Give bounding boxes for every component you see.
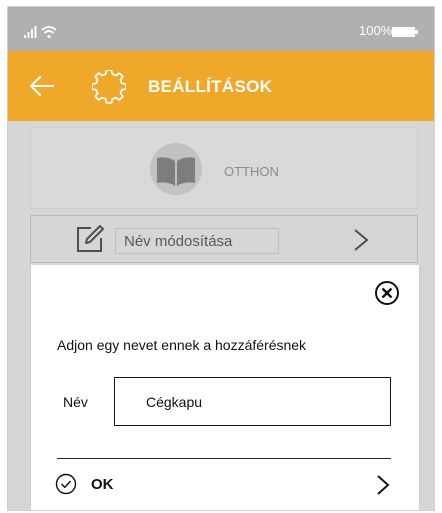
home-label: OTTHON [224,164,279,179]
page-title: BEÁLLÍTÁSOK [148,77,273,96]
battery-icon [392,27,418,37]
dialog-prompt: Adjon egy nevet ennek a hozzáférésnek [57,337,307,353]
phone-screen: 100% BEÁLLÍTÁSOK OTTHON Név módosítása A… [7,6,435,511]
ok-label: OK [91,476,114,493]
rename-row[interactable]: Név módosítása [30,215,418,263]
edit-icon [77,225,104,252]
status-bar: 100% [8,7,434,51]
name-label: Név [63,394,88,410]
app-header: BEÁLLÍTÁSOK [8,51,434,121]
gear-icon [92,70,126,104]
chevron-right-icon [377,475,390,495]
rename-label: Név módosítása [115,228,279,254]
name-input[interactable] [114,377,391,426]
battery-percentage: 100% [359,23,393,38]
chevron-right-icon [354,229,369,251]
open-book-icon [150,143,202,195]
ok-button[interactable]: OK [55,467,395,503]
check-circle-icon [55,473,77,495]
home-card: OTTHON [30,127,418,209]
rename-dialog: Adjon egy nevet ennek a hozzáférésnek Né… [30,265,420,510]
signal-wifi-icon [24,26,57,39]
dialog-divider [57,458,391,459]
close-circle-icon[interactable] [374,280,400,306]
arrow-left-icon[interactable] [28,74,54,98]
